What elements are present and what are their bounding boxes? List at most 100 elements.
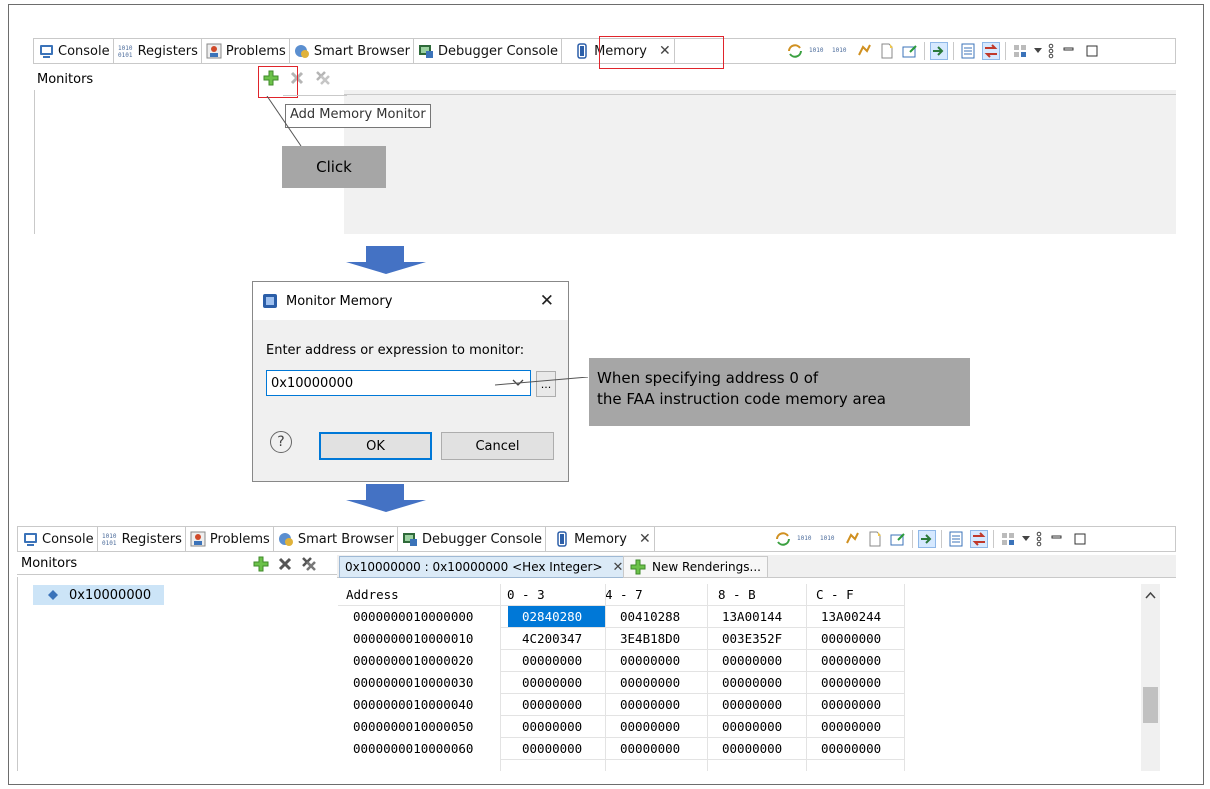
- close-tab-icon[interactable]: ✕: [639, 531, 651, 547]
- memory-cell[interactable]: 00000000: [821, 738, 881, 759]
- address-cell: 0000000010000010: [353, 631, 474, 646]
- tab-problems[interactable]: Problems: [202, 39, 290, 63]
- sync-icon[interactable]: [843, 530, 861, 548]
- grid-line: [338, 605, 904, 606]
- svg-text:1010: 1010: [809, 47, 824, 54]
- memory-cell[interactable]: 00000000: [522, 716, 582, 737]
- new-renderings-tab[interactable]: New Renderings...: [623, 556, 768, 578]
- memory-cell[interactable]: 00000000: [620, 716, 680, 737]
- toolbar-separator: [941, 530, 942, 548]
- chevron-down-icon[interactable]: [1034, 42, 1042, 60]
- tab-console[interactable]: Console: [18, 527, 98, 551]
- memory-cell[interactable]: 00000000: [722, 672, 782, 693]
- close-icon[interactable]: ✕: [540, 291, 554, 311]
- new-page-icon[interactable]: [878, 42, 896, 60]
- address-cell: 0000000010000050: [353, 719, 474, 734]
- address-combo[interactable]: 0x10000000: [266, 370, 531, 396]
- memory-cell[interactable]: 003E352F: [722, 628, 782, 649]
- memory-cell[interactable]: 00000000: [620, 694, 680, 715]
- ok-button[interactable]: OK: [319, 432, 432, 460]
- cancel-button[interactable]: Cancel: [441, 432, 554, 460]
- column-header: 0 - 3: [507, 587, 545, 602]
- tab-debugger-console[interactable]: Debugger Console: [414, 39, 563, 63]
- rendering-tab[interactable]: 0x10000000 : 0x10000000 <Hex Integer> ✕: [339, 556, 630, 578]
- memory-cell[interactable]: 00000000: [620, 650, 680, 671]
- refresh-icon[interactable]: [786, 42, 804, 60]
- view-menu-icon[interactable]: [1047, 42, 1055, 60]
- memory-cell[interactable]: 00000000: [821, 694, 881, 715]
- export-icon[interactable]: [889, 530, 907, 548]
- refresh-icon[interactable]: [774, 530, 792, 548]
- remove-all-icon[interactable]: [315, 70, 331, 86]
- monitor-item[interactable]: 0x10000000: [33, 585, 164, 605]
- link-view-icon[interactable]: [918, 530, 936, 548]
- tab-registers[interactable]: 1010 0101 Registers: [98, 527, 186, 551]
- memory-cell[interactable]: 13A00144: [722, 606, 782, 627]
- swap-icon[interactable]: [982, 42, 1000, 60]
- address-input[interactable]: 0x10000000: [271, 376, 353, 391]
- sync-icon[interactable]: [855, 42, 873, 60]
- scroll-up-icon[interactable]: [1145, 588, 1156, 603]
- memory-cell[interactable]: 00000000: [522, 650, 582, 671]
- memory-cell[interactable]: 00000000: [522, 672, 582, 693]
- memory-cell[interactable]: 00410288: [620, 606, 680, 627]
- memory-cell[interactable]: 00000000: [620, 672, 680, 693]
- memory-cell[interactable]: 00000000: [522, 738, 582, 759]
- binary-down-icon[interactable]: 1010: [832, 42, 850, 60]
- tab-debugger-console[interactable]: Debugger Console: [398, 527, 547, 551]
- remove-icon[interactable]: [277, 556, 293, 572]
- new-page-icon[interactable]: [866, 530, 884, 548]
- memory-cell[interactable]: 00000000: [722, 716, 782, 737]
- add-icon[interactable]: [253, 556, 269, 572]
- tab-memory[interactable]: Memory ✕: [546, 527, 655, 551]
- tab-problems[interactable]: Problems: [186, 527, 274, 551]
- memory-cell[interactable]: 00000000: [722, 738, 782, 759]
- tab-smart-browser[interactable]: Smart Browser: [290, 39, 414, 63]
- remove-all-icon[interactable]: [301, 556, 317, 572]
- tab-smart-browser[interactable]: Smart Browser: [274, 527, 398, 551]
- link-view-icon[interactable]: [930, 42, 948, 60]
- chevron-down-icon[interactable]: [1022, 530, 1030, 548]
- grid-line: [806, 584, 807, 771]
- memory-cell[interactable]: 00000000: [821, 672, 881, 693]
- memory-cell[interactable]: 00000000: [722, 694, 782, 715]
- toolbar-separator: [912, 530, 913, 548]
- layout-icon[interactable]: [1011, 42, 1029, 60]
- minimize-icon[interactable]: [1048, 530, 1066, 548]
- memory-cell[interactable]: 00000000: [722, 650, 782, 671]
- close-icon[interactable]: ✕: [613, 560, 624, 575]
- memory-cell[interactable]: 13A00244: [821, 606, 881, 627]
- swap-icon[interactable]: [970, 530, 988, 548]
- memory-cell[interactable]: 00000000: [821, 716, 881, 737]
- scroll-thumb[interactable]: [1143, 687, 1158, 723]
- memory-cell[interactable]: 4C200347: [522, 628, 582, 649]
- minimize-icon[interactable]: [1060, 42, 1078, 60]
- dialog-title: Monitor Memory: [286, 293, 393, 309]
- tab-label: Problems: [225, 43, 286, 59]
- maximize-icon[interactable]: [1083, 42, 1101, 60]
- vertical-scrollbar[interactable]: [1141, 584, 1160, 771]
- binary-down-icon[interactable]: 1010: [820, 530, 838, 548]
- memory-cell[interactable]: 00000000: [821, 628, 881, 649]
- add-icon: [630, 559, 646, 575]
- memory-cell-selected[interactable]: 02840280: [508, 606, 605, 627]
- grid-line: [500, 671, 904, 672]
- binary-icon[interactable]: 1010: [797, 530, 815, 548]
- export-icon[interactable]: [901, 42, 919, 60]
- tab-console[interactable]: Console: [34, 39, 114, 63]
- grid-line: [500, 759, 904, 760]
- tab-registers[interactable]: 1010 0101 Registers: [114, 39, 202, 63]
- table-icon[interactable]: [959, 42, 977, 60]
- view-menu-icon[interactable]: [1035, 530, 1043, 548]
- console-icon: [22, 531, 38, 547]
- callout-click-text: Click: [316, 158, 352, 176]
- help-icon[interactable]: ?: [270, 431, 292, 453]
- memory-cell[interactable]: 00000000: [620, 738, 680, 759]
- memory-cell[interactable]: 00000000: [821, 650, 881, 671]
- layout-icon[interactable]: [999, 530, 1017, 548]
- memory-cell[interactable]: 00000000: [522, 694, 582, 715]
- maximize-icon[interactable]: [1071, 530, 1089, 548]
- table-icon[interactable]: [947, 530, 965, 548]
- binary-icon[interactable]: 1010: [809, 42, 827, 60]
- memory-cell[interactable]: 3E4B18D0: [620, 628, 680, 649]
